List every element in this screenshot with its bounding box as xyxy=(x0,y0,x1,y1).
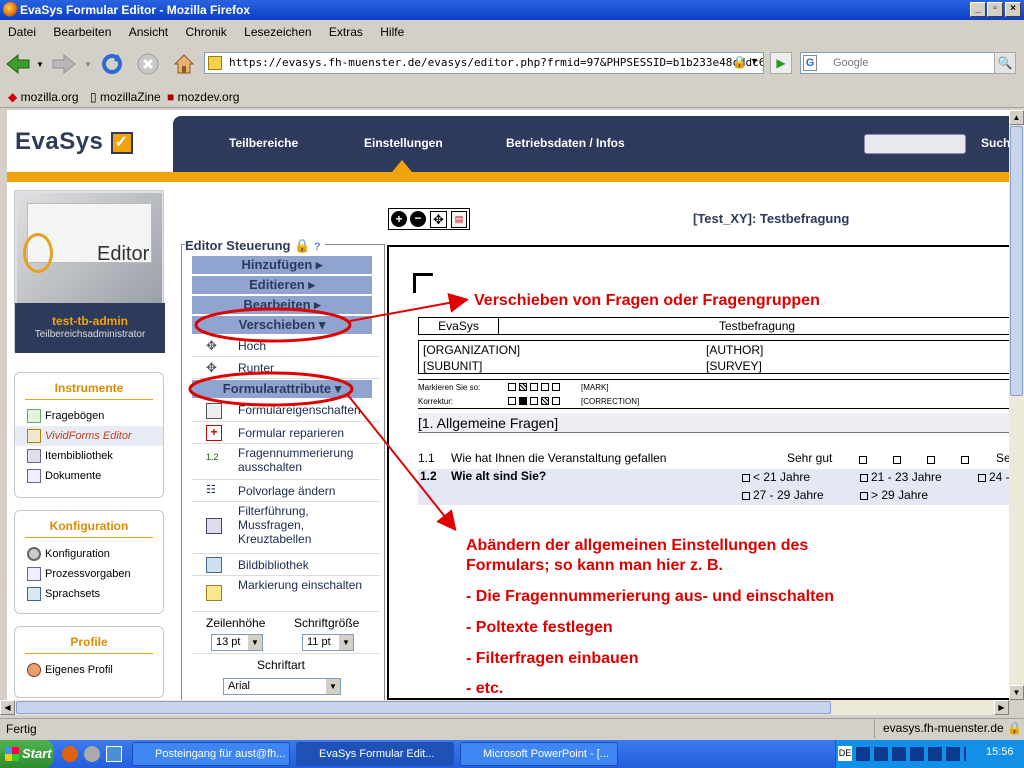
status-host-text: evasys.fh-muenster.de xyxy=(883,721,1004,735)
home-button[interactable] xyxy=(170,50,198,78)
horizontal-scrollbar[interactable]: ◀ ▶ xyxy=(0,700,1009,715)
site-icon xyxy=(208,56,222,70)
forward-button[interactable] xyxy=(50,50,78,78)
clock: 15:56 xyxy=(986,746,1014,758)
windows-logo-icon xyxy=(5,747,19,761)
annotation-arrow-1 xyxy=(349,293,469,322)
menu-chronik[interactable]: Chronik xyxy=(185,22,226,42)
windows-taskbar: Start Posteingang für aust@fh... EvaSys … xyxy=(0,740,1024,768)
annotation-bullet-1: - Die Fragennummerierung aus- und einsch… xyxy=(466,588,835,605)
go-button[interactable]: ▶ xyxy=(770,52,792,74)
bookmarks-toolbar: ◆ mozilla.org ▯ mozillaZine ■ mozdev.org xyxy=(0,86,1024,108)
back-button[interactable] xyxy=(4,50,32,78)
mozilla-icon: ◆ xyxy=(8,90,18,104)
thunderbird-quicklaunch-icon[interactable] xyxy=(84,746,100,762)
scroll-right-icon[interactable]: ▶ xyxy=(994,700,1009,715)
lock-icon: 🔒 xyxy=(1007,721,1023,735)
language-indicator[interactable]: DE xyxy=(838,746,852,761)
window-title: EvaSys Formular Editor - Mozilla Firefox xyxy=(20,3,251,17)
system-tray: DE 15:56 xyxy=(835,740,1024,768)
scroll-thumb[interactable] xyxy=(1010,126,1023,396)
home-icon xyxy=(173,54,195,74)
bookmark-label: mozilla.org xyxy=(20,90,79,104)
bookmark-mozillazine[interactable]: ▯ mozillaZine xyxy=(90,89,161,105)
close-button[interactable]: × xyxy=(1005,2,1021,17)
minimize-button[interactable]: _ xyxy=(970,2,986,17)
maximize-button[interactable]: ▫ xyxy=(987,2,1003,17)
page-icon: ▯ xyxy=(90,90,97,104)
explorer-quicklaunch-icon[interactable] xyxy=(106,746,122,762)
tray-icons[interactable] xyxy=(856,747,966,761)
reload-button[interactable] xyxy=(98,50,126,78)
menu-hilfe[interactable]: Hilfe xyxy=(380,22,404,42)
lock-icon[interactable]: 🔒 xyxy=(732,55,747,69)
formularattribute-highlight xyxy=(188,371,354,407)
url-dropdown-icon[interactable]: ▼ xyxy=(750,56,759,66)
firefox-icon xyxy=(3,2,18,17)
search-button[interactable]: 🔍 xyxy=(994,52,1016,74)
forward-history-icon[interactable]: ▼ xyxy=(84,60,92,69)
annotation-bullet-3: - Filterfragen einbauen xyxy=(466,650,639,667)
annotation-line-2: Formulars; so kann man hier z. B. xyxy=(466,557,723,574)
task-label: EvaSys Formular Edit... xyxy=(319,748,435,760)
scroll-left-icon[interactable]: ◀ xyxy=(0,700,15,715)
url-bar[interactable]: https://evasys.fh-muenster.de/evasys/edi… xyxy=(204,52,764,74)
back-arrow-icon xyxy=(6,53,30,75)
stop-icon xyxy=(137,53,159,75)
forward-arrow-icon xyxy=(52,53,76,75)
task-posteingang[interactable]: Posteingang für aust@fh... xyxy=(132,742,290,766)
task-evasys[interactable]: EvaSys Formular Edit... xyxy=(296,742,454,766)
firefox-quicklaunch-icon[interactable] xyxy=(62,746,78,762)
annotation-verschieben: Verschieben von Fragen oder Fragengruppe… xyxy=(474,292,820,309)
annotation-bullet-2: - Poltexte festlegen xyxy=(466,619,613,636)
bookmark-label: mozdev.org xyxy=(177,90,240,104)
reload-icon xyxy=(102,54,122,74)
annotation-arrow-2 xyxy=(346,393,457,532)
annotation-line-1: Abändern der allgemeinen Einstellungen d… xyxy=(466,537,809,554)
menu-datei[interactable]: Datei xyxy=(8,22,36,42)
task-label: Microsoft PowerPoint - [... xyxy=(483,748,609,760)
google-icon[interactable]: G xyxy=(803,55,817,71)
window-title-bar[interactable]: EvaSys Formular Editor - Mozilla Firefox… xyxy=(0,0,1024,20)
vertical-scrollbar[interactable]: ▲ ▼ xyxy=(1009,110,1024,700)
mozdev-icon: ■ xyxy=(167,90,175,104)
bookmark-label: mozillaZine xyxy=(99,90,161,104)
scroll-up-icon[interactable]: ▲ xyxy=(1009,110,1024,125)
web-page: EvaSys ✓ Teilbereiche Einstellungen Betr… xyxy=(7,110,1009,700)
back-history-icon[interactable]: ▼ xyxy=(36,60,44,69)
hscroll-thumb[interactable] xyxy=(16,701,831,714)
menu-bar: Datei Bearbeiten Ansicht Chronik Lesezei… xyxy=(0,22,1024,42)
task-label: Posteingang für aust@fh... xyxy=(155,748,286,760)
annotation-bullet-4: - etc. xyxy=(466,680,504,697)
search-input[interactable]: Google xyxy=(800,52,1015,74)
menu-extras[interactable]: Extras xyxy=(329,22,363,42)
menu-bearbeiten[interactable]: Bearbeiten xyxy=(53,22,111,42)
start-label: Start xyxy=(22,746,52,761)
menu-ansicht[interactable]: Ansicht xyxy=(129,22,168,42)
stop-button[interactable] xyxy=(134,50,162,78)
menu-lesezeichen[interactable]: Lesezeichen xyxy=(244,22,311,42)
task-powerpoint[interactable]: Microsoft PowerPoint - [... xyxy=(460,742,618,766)
bookmark-mozilla[interactable]: ◆ mozilla.org xyxy=(8,89,79,105)
status-text: Fertig xyxy=(6,722,37,736)
status-host: evasys.fh-muenster.de 🔒 xyxy=(874,719,1024,738)
annotation-overlay xyxy=(188,293,469,532)
status-bar: Fertig evasys.fh-muenster.de 🔒 xyxy=(0,718,1024,738)
verschieben-highlight xyxy=(194,307,352,343)
bookmark-mozdev[interactable]: ■ mozdev.org xyxy=(167,89,239,105)
scroll-down-icon[interactable]: ▼ xyxy=(1009,685,1024,700)
